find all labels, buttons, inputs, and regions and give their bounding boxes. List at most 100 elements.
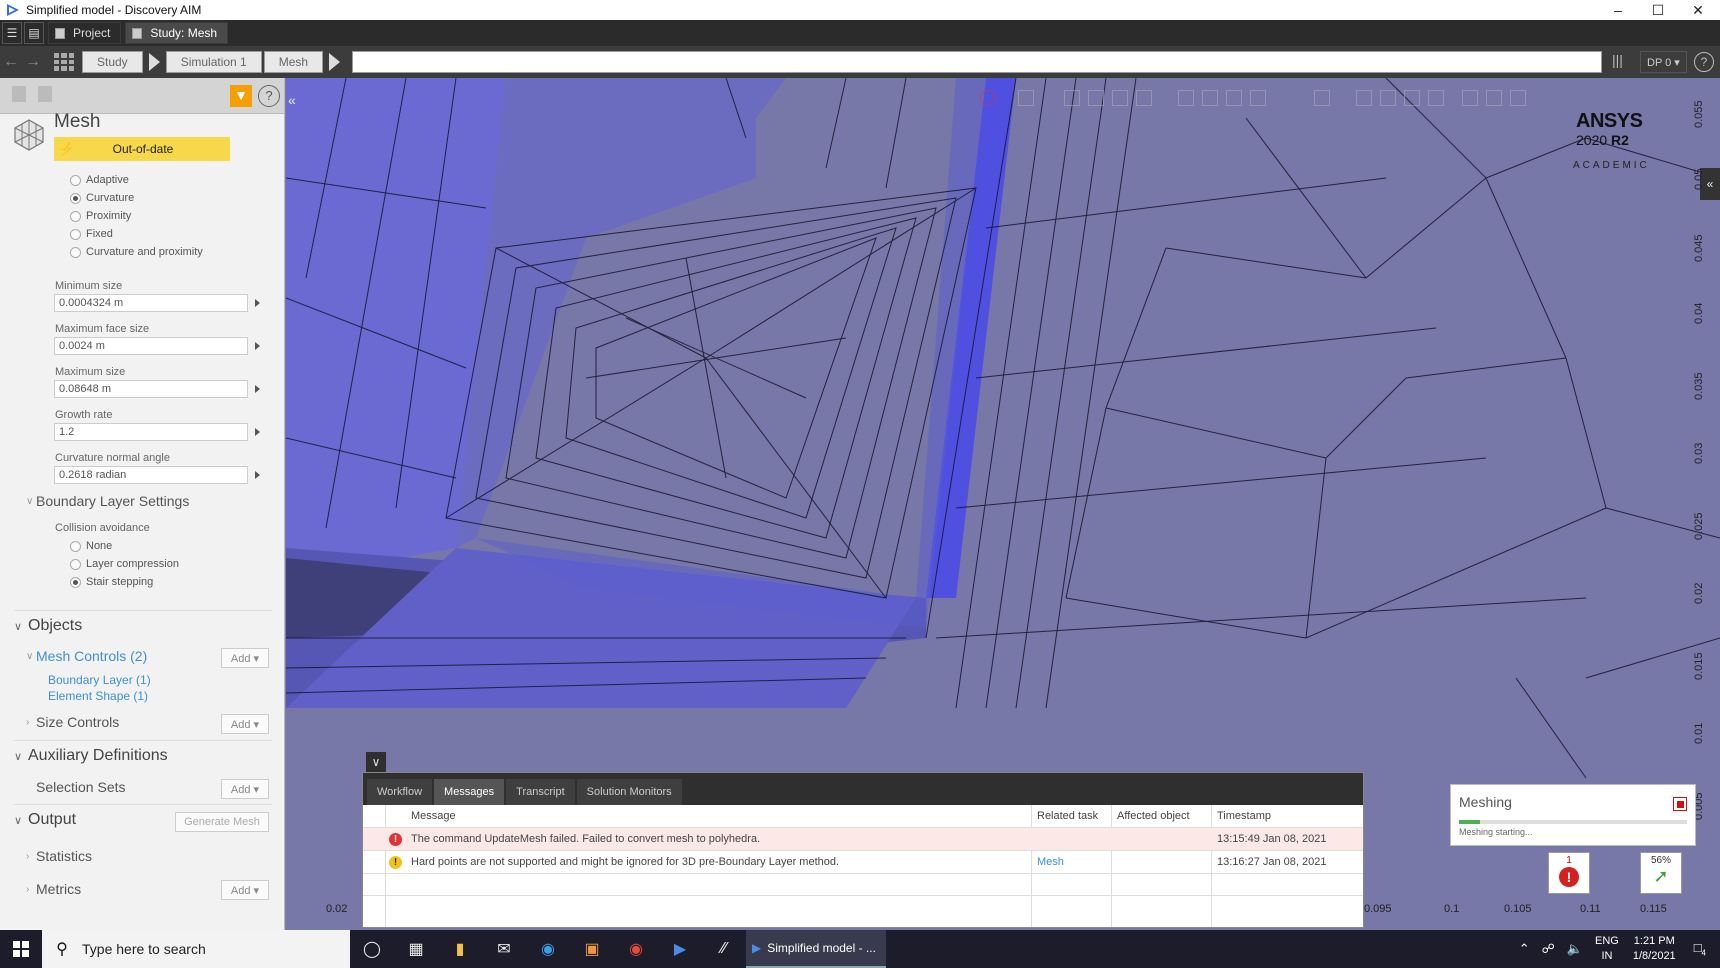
taskbar-active-app[interactable]: ▶ Simplified model - ... <box>746 930 886 968</box>
add-point-icon[interactable] <box>1462 90 1478 106</box>
expand-arrow-icon[interactable] <box>255 428 260 436</box>
notification-center-icon[interactable]: □4 <box>1694 940 1706 958</box>
collapse-panel-icon[interactable]: « <box>288 92 302 108</box>
view-top-icon[interactable] <box>1202 90 1218 106</box>
ansys-workbench-icon[interactable]: ⁄⁄ <box>702 930 746 968</box>
generate-mesh-button[interactable]: Generate Mesh <box>175 812 269 832</box>
statistics-item[interactable]: › Statistics <box>26 848 92 864</box>
radio-proximity[interactable]: Proximity <box>70 210 131 222</box>
column-header-affected-object[interactable]: Affected object <box>1113 805 1213 827</box>
mesh-controls-item[interactable]: ∨ Mesh Controls (2) <box>26 648 147 664</box>
back-arrow-icon[interactable]: ← <box>0 53 22 71</box>
task-view-icon[interactable]: ▦ <box>394 930 438 968</box>
foxit-icon[interactable]: ▣ <box>570 930 614 968</box>
fullscreen-icon[interactable] <box>1428 90 1444 106</box>
forward-arrow-icon[interactable]: → <box>22 53 44 71</box>
save-icon[interactable]: ▤ <box>24 22 44 44</box>
table-row[interactable]: ! The command UpdateMesh failed. Failed … <box>363 828 1363 850</box>
edge-icon[interactable]: ◉ <box>526 930 570 968</box>
table-row[interactable]: ! Hard points are not supported and migh… <box>363 851 1363 873</box>
maximize-button[interactable]: ☐ <box>1638 0 1678 20</box>
boundary-layer-settings-header[interactable]: ∨ Boundary Layer Settings <box>26 493 189 509</box>
language-indicator[interactable]: ENG IN <box>1595 934 1619 964</box>
expand-arrow-icon[interactable] <box>255 385 260 393</box>
discovery-icon[interactable]: ▶ <box>658 930 702 968</box>
record-icon[interactable] <box>980 90 996 106</box>
radio-fixed[interactable]: Fixed <box>70 228 113 240</box>
radio-adaptive[interactable]: Adaptive <box>70 174 129 186</box>
filter-icon[interactable]: ▼ <box>230 85 252 107</box>
design-point-dropdown[interactable]: DP 0 ▾ <box>1640 51 1687 73</box>
maximum-face-size-field[interactable]: 0.0024 m <box>54 337 248 355</box>
radio-none[interactable]: None <box>70 540 112 552</box>
clock[interactable]: 1:21 PM 1/8/2021 <box>1633 934 1676 964</box>
expand-arrow-icon[interactable] <box>255 471 260 479</box>
cortana-icon[interactable]: ◯ <box>350 930 394 968</box>
column-header-related-task[interactable]: Related task <box>1033 805 1113 827</box>
radio-curvature-and-proximity[interactable]: Curvature and proximity <box>70 246 203 258</box>
stop-icon[interactable] <box>1673 797 1687 811</box>
expand-arrow-icon[interactable] <box>255 299 260 307</box>
select-vertex-icon[interactable] <box>1112 90 1128 106</box>
select-edge-icon[interactable] <box>1088 90 1104 106</box>
surface-icon[interactable] <box>1510 90 1526 106</box>
grid-view-icon[interactable] <box>1404 90 1420 106</box>
error-notification[interactable]: 1 ! <box>1548 852 1590 894</box>
tab-study-mesh[interactable]: Study: Mesh <box>125 22 229 44</box>
element-shape-link[interactable]: Element Shape (1) <box>48 689 148 703</box>
breadcrumb-simulation[interactable]: Simulation 1 <box>165 51 262 73</box>
mail-icon[interactable]: ✉ <box>482 930 526 968</box>
expand-arrow-icon[interactable] <box>255 342 260 350</box>
explode-icon[interactable] <box>1314 90 1330 106</box>
metrics-item[interactable]: › Metrics <box>26 881 81 897</box>
radio-layer-compression[interactable]: Layer compression <box>70 558 179 570</box>
tab-project[interactable]: Project <box>48 22 122 44</box>
size-controls-item[interactable]: › Size Controls <box>26 714 119 730</box>
selection-sets-item[interactable]: Selection Sets <box>36 779 126 795</box>
tab-transcript[interactable]: Transcript <box>506 779 575 805</box>
network-icon[interactable]: ☍ <box>1542 941 1555 957</box>
chevron-up-icon[interactable]: ⌃ <box>1519 941 1530 957</box>
layers-icon[interactable] <box>1380 90 1396 106</box>
volume-icon[interactable]: 🔈 <box>1567 941 1583 957</box>
breadcrumb-study[interactable]: Study <box>82 51 143 73</box>
add-size-control-button[interactable]: Add ▾ <box>221 714 269 734</box>
boundary-layer-link[interactable]: Boundary Layer (1) <box>48 673 151 687</box>
add-mesh-control-button[interactable]: Add ▾ <box>221 648 269 668</box>
column-header-message[interactable]: Message <box>407 805 1007 827</box>
select-body-icon[interactable] <box>1136 90 1152 106</box>
tab-workflow[interactable]: Workflow <box>367 779 433 805</box>
start-button[interactable] <box>0 930 42 968</box>
help-icon[interactable]: ? <box>1694 52 1714 72</box>
close-button[interactable]: ✕ <box>1678 0 1718 20</box>
delete-icon[interactable] <box>38 86 52 102</box>
tab-solution-monitors[interactable]: Solution Monitors <box>576 779 682 805</box>
auxiliary-definitions-header[interactable]: ∨ Auxiliary Definitions <box>14 747 168 765</box>
line-icon[interactable] <box>1486 90 1502 106</box>
update-icon[interactable] <box>1018 90 1034 106</box>
add-selection-set-button[interactable]: Add ▾ <box>221 779 269 799</box>
growth-rate-field[interactable]: 1.2 <box>54 423 248 441</box>
file-explorer-icon[interactable]: ▮ <box>438 930 482 968</box>
minimum-size-field[interactable]: 0.0004324 m <box>54 294 248 312</box>
objects-header[interactable]: ∨ Objects <box>14 617 82 635</box>
fit-view-icon[interactable] <box>1356 90 1372 106</box>
maximum-size-field[interactable]: 0.08648 m <box>54 380 248 398</box>
command-search-input[interactable] <box>352 51 1602 73</box>
workflow-grid-icon[interactable] <box>54 53 74 71</box>
status-badge[interactable]: ⚡ Out-of-date <box>54 137 230 161</box>
radio-curvature[interactable]: Curvature <box>70 192 134 204</box>
tab-messages[interactable]: Messages <box>434 779 505 805</box>
radio-stair-stepping[interactable]: Stair stepping <box>70 576 153 588</box>
minimize-button[interactable]: – <box>1598 0 1638 20</box>
column-header-timestamp[interactable]: Timestamp <box>1213 805 1363 827</box>
view-front-icon[interactable] <box>1178 90 1194 106</box>
collapse-messages-icon[interactable]: ∨ <box>366 752 386 772</box>
progress-notification[interactable]: 56% ➚ <box>1640 852 1682 894</box>
breadcrumb-mesh[interactable]: Mesh <box>263 51 324 73</box>
related-task-link[interactable]: Mesh <box>1033 851 1109 873</box>
add-metric-button[interactable]: Add ▾ <box>221 880 269 900</box>
chrome-icon[interactable]: ◉ <box>614 930 658 968</box>
copy-icon[interactable] <box>12 86 26 102</box>
curvature-normal-angle-field[interactable]: 0.2618 radian <box>54 466 248 484</box>
